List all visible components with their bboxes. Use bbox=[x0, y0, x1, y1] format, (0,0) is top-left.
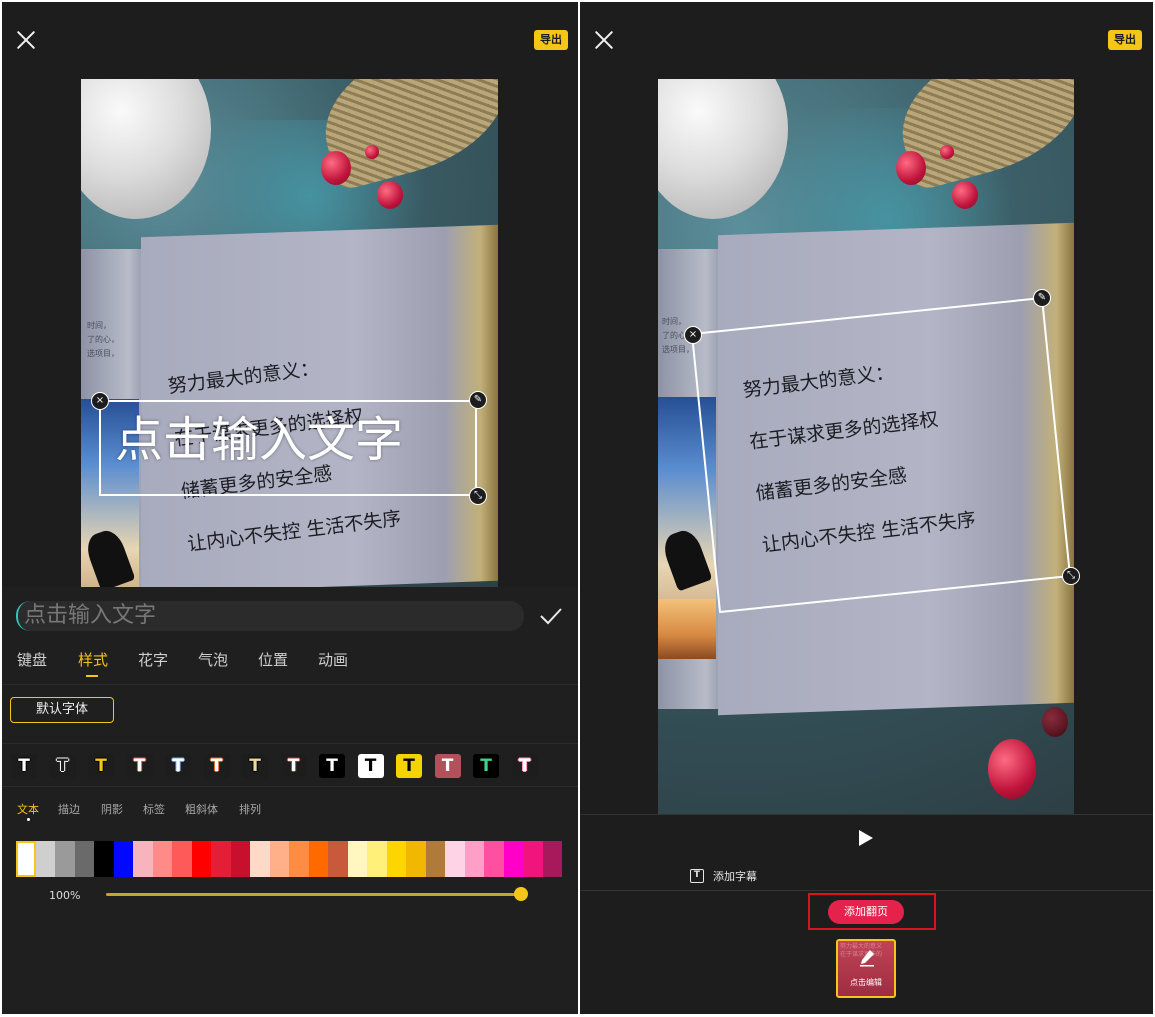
text-style-preset[interactable]: T bbox=[242, 754, 268, 778]
text-style-preset[interactable]: T bbox=[434, 754, 461, 778]
style-editor-panel: 点击输入文字 键盘 样式 花字 气泡 位置 动画 默认字体 TTTTTTTTTT… bbox=[2, 587, 578, 1014]
tab-position[interactable]: 位置 bbox=[258, 649, 288, 670]
berry-image bbox=[321, 151, 351, 185]
text-style-preset[interactable]: T bbox=[396, 754, 422, 778]
page-thumbnail[interactable]: 努力最大的意义 在于谋求更多的 点击编辑 bbox=[836, 939, 896, 998]
text-style-preset[interactable]: T bbox=[319, 754, 345, 778]
text-style-preset[interactable]: T bbox=[473, 754, 499, 778]
color-swatch[interactable] bbox=[328, 841, 348, 877]
export-button[interactable]: 导出 bbox=[1108, 30, 1142, 50]
subtab-arrange[interactable]: 排列 bbox=[239, 801, 261, 817]
overlay-text: 点击输入文字 bbox=[115, 412, 404, 468]
delete-handle-icon[interactable]: × bbox=[684, 326, 702, 344]
opacity-slider-track[interactable] bbox=[106, 893, 520, 896]
close-icon[interactable] bbox=[14, 28, 38, 52]
subtab-stroke[interactable]: 描边 bbox=[58, 801, 80, 817]
text-style-preset[interactable]: T bbox=[88, 754, 114, 778]
export-button[interactable]: 导出 bbox=[534, 30, 568, 50]
color-swatch[interactable] bbox=[250, 841, 270, 877]
color-swatch[interactable] bbox=[367, 841, 387, 877]
color-swatch[interactable] bbox=[445, 841, 465, 877]
opacity-slider-thumb[interactable] bbox=[514, 887, 528, 901]
text-style-preset[interactable]: T bbox=[357, 754, 384, 778]
color-swatch[interactable] bbox=[191, 841, 211, 877]
text-editor-screen: 导出 时间， 了的心， 选项目， 努力最大的意义： 在于谋求更多的选择权 储蓄更… bbox=[2, 2, 578, 1014]
color-swatch[interactable] bbox=[406, 841, 426, 877]
color-swatch[interactable] bbox=[35, 841, 55, 877]
text-style-preset[interactable]: T bbox=[511, 754, 538, 778]
tab-keyboard[interactable]: 键盘 bbox=[17, 649, 47, 670]
color-swatch[interactable] bbox=[484, 841, 504, 877]
color-swatch[interactable] bbox=[94, 841, 114, 877]
confirm-check-icon[interactable] bbox=[538, 603, 564, 629]
text-style-presets: TTTTTTTTTTTTTT bbox=[2, 743, 578, 787]
delete-handle-icon[interactable]: × bbox=[91, 392, 109, 410]
resize-handle-icon[interactable]: ⤡ bbox=[469, 487, 487, 505]
color-swatch[interactable] bbox=[230, 841, 250, 877]
color-swatch[interactable] bbox=[347, 841, 367, 877]
preview-screen: 导出 时间， 了的心， 选项目， 努力最大的意义： 在于谋求更多的选择权 储蓄更… bbox=[580, 2, 1153, 1014]
text-style-preset[interactable]: T bbox=[49, 754, 76, 778]
text-style-preset[interactable]: T bbox=[280, 754, 307, 778]
add-subtitle-button[interactable]: T 添加字幕 bbox=[690, 866, 757, 886]
color-palette bbox=[16, 841, 562, 877]
color-swatch[interactable] bbox=[386, 841, 406, 877]
selection-frame[interactable] bbox=[680, 286, 1080, 626]
color-swatch[interactable] bbox=[425, 841, 445, 877]
subtab-shadow[interactable]: 阴影 bbox=[101, 801, 123, 817]
color-swatch[interactable] bbox=[503, 841, 523, 877]
color-swatch[interactable] bbox=[74, 841, 94, 877]
style-subtabs: 文本 描边 阴影 标签 粗斜体 排列 bbox=[2, 799, 578, 829]
color-swatch[interactable] bbox=[113, 841, 133, 877]
text-style-preset[interactable]: T bbox=[203, 754, 230, 778]
add-subtitle-label: 添加字幕 bbox=[713, 870, 757, 883]
subtab-bold-italic[interactable]: 粗斜体 bbox=[185, 801, 218, 817]
thumbnail-label: 点击编辑 bbox=[850, 978, 882, 987]
video-preview[interactable]: 时间， 了的心， 选项目， 努力最大的意义： 在于谋求更多的选择权 储蓄更多的安… bbox=[81, 79, 498, 587]
close-icon[interactable] bbox=[592, 28, 616, 52]
tab-animation[interactable]: 动画 bbox=[318, 649, 348, 670]
tab-bubble[interactable]: 气泡 bbox=[198, 649, 228, 670]
color-swatch[interactable] bbox=[542, 841, 562, 877]
subtab-label[interactable]: 标签 bbox=[143, 801, 165, 817]
color-swatch[interactable] bbox=[172, 841, 192, 877]
color-swatch[interactable] bbox=[211, 841, 231, 877]
editor-tabs: 键盘 样式 花字 气泡 位置 动画 bbox=[2, 645, 578, 685]
play-icon[interactable] bbox=[859, 830, 873, 846]
color-swatch[interactable] bbox=[464, 841, 484, 877]
subtitle-icon: T bbox=[690, 869, 704, 883]
text-style-preset[interactable]: T bbox=[165, 754, 191, 778]
tab-fancy-text[interactable]: 花字 bbox=[138, 649, 168, 670]
resize-handle-icon[interactable]: ⤡ bbox=[1062, 567, 1080, 585]
color-swatch[interactable] bbox=[523, 841, 543, 877]
color-swatch[interactable] bbox=[55, 841, 75, 877]
add-page-button[interactable]: 添加翻页 bbox=[828, 900, 904, 924]
color-swatch[interactable] bbox=[16, 841, 36, 877]
color-swatch[interactable] bbox=[152, 841, 172, 877]
color-swatch[interactable] bbox=[289, 841, 309, 877]
edit-handle-icon[interactable]: ✎ bbox=[1033, 289, 1051, 307]
text-style-preset[interactable]: T bbox=[126, 754, 153, 778]
opacity-value: 100% bbox=[49, 889, 81, 902]
subtab-text[interactable]: 文本 bbox=[17, 801, 39, 821]
text-input[interactable]: 点击输入文字 bbox=[16, 601, 524, 631]
color-swatch[interactable] bbox=[308, 841, 328, 877]
pencil-icon bbox=[860, 950, 874, 967]
edit-handle-icon[interactable]: ✎ bbox=[469, 391, 487, 409]
color-swatch[interactable] bbox=[269, 841, 289, 877]
berry-image bbox=[896, 151, 926, 185]
tab-style[interactable]: 样式 bbox=[78, 649, 108, 677]
text-style-preset[interactable]: T bbox=[11, 754, 37, 778]
text-overlay-box[interactable]: 点击输入文字 bbox=[99, 400, 477, 496]
color-swatch[interactable] bbox=[133, 841, 153, 877]
font-select-button[interactable]: 默认字体 bbox=[10, 697, 114, 723]
